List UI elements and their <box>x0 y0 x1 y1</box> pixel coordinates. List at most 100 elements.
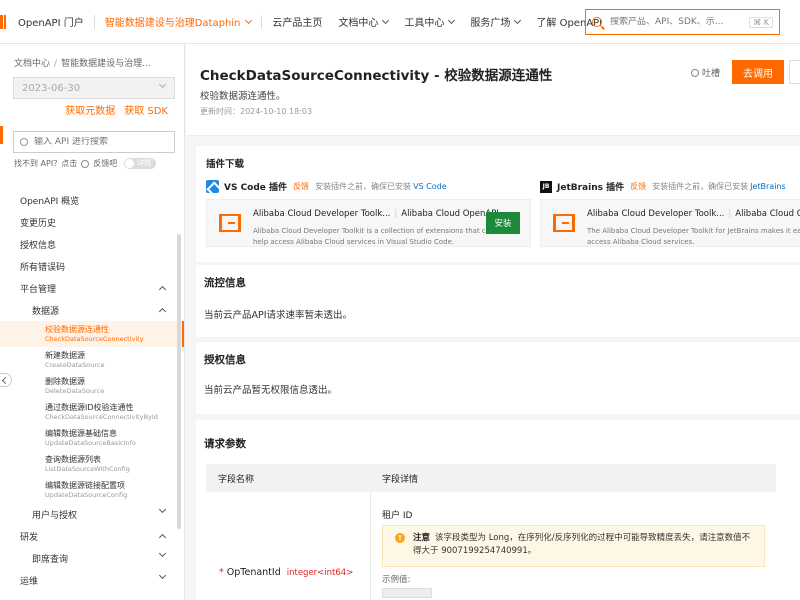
smile-icon <box>81 159 90 168</box>
menu-sub-create[interactable]: 新建数据源 CreateDataSource <box>0 347 184 373</box>
main-content: CheckDataSourceConnectivity - 校验数据源连通性 校… <box>186 44 800 600</box>
jetbrains-feedback-link[interactable]: 反馈 <box>630 181 646 192</box>
jetbrains-desc-line1: The Alibaba Cloud Developer Toolkit for … <box>587 227 800 235</box>
get-metadata-link[interactable]: 获取元数据 <box>65 102 115 117</box>
jetbrains-icon: JB <box>540 180 552 193</box>
sub-en: ListDataSourceWithConfig <box>45 464 130 473</box>
breadcrumb-docs[interactable]: 文档中心 <box>14 59 50 69</box>
product-selector[interactable]: 智能数据建设与治理Dataphin <box>104 14 253 29</box>
params-table-header: 字段名称 字段详情 <box>206 464 776 492</box>
call-api-button[interactable]: 去调用 <box>732 60 784 84</box>
nav-tools[interactable]: 工具中心 <box>404 14 456 29</box>
menu-ops-label: 运维 <box>20 576 39 587</box>
shortcut-badge: ⌘ K <box>749 16 773 28</box>
param-name: * OpTenantId integer<int64> <box>219 567 353 578</box>
name-separator: | <box>394 209 398 219</box>
menu-history[interactable]: 变更历史 <box>0 211 184 233</box>
menu-datasource-label: 数据源 <box>32 306 60 317</box>
params-title: 请求参数 <box>204 438 246 450</box>
version-select[interactable]: 2023-06-30 <box>13 77 175 99</box>
feedback-icon <box>691 68 699 77</box>
menu-sub-update-config[interactable]: 编辑数据源链接配置项 UpdateDataSourceConfig <box>0 477 184 503</box>
plugin-title: 插件下载 <box>206 159 245 170</box>
param-type: integer<int64> <box>286 568 354 578</box>
required-mark: * <box>219 567 224 578</box>
sub-zh: 校验数据源连通性 <box>45 324 109 334</box>
vscode-link[interactable]: VS Code <box>413 182 447 191</box>
nav-docs[interactable]: 文档中心 <box>338 14 390 29</box>
menu-adhoc[interactable]: 即席查询 <box>0 547 184 569</box>
api-header: CheckDataSourceConnectivity - 校验数据源连通性 校… <box>186 44 800 136</box>
menu-platform[interactable]: 平台管理 <box>0 277 184 299</box>
menu-datasource[interactable]: 数据源 <box>0 299 184 321</box>
menu-overview[interactable]: OpenAPI 概览 <box>0 189 184 211</box>
sub-en: CheckDataSourceConnectivityById <box>45 412 158 421</box>
global-search-input[interactable] <box>610 17 750 27</box>
menu-dev-label: 研发 <box>20 532 39 543</box>
jetbrains-desc-line2: access Alibaba Cloud services. <box>587 238 695 246</box>
sub-zh: 通过数据源ID校验连通性 <box>45 402 134 412</box>
vscode-box-desc: Alibaba Cloud Developer Toolkit is a col… <box>253 226 495 248</box>
example-label: 示例值: <box>382 575 411 585</box>
sub-en: CreateDataSource <box>45 360 105 369</box>
get-sdk-link[interactable]: 获取 SDK <box>124 102 168 117</box>
vscode-tip: 安装插件之前，确保已安装 <box>315 182 412 191</box>
nav-docs-label: 文档中心 <box>338 18 379 29</box>
api-search[interactable] <box>13 131 175 153</box>
sidebar-links: 获取元数据 获取 SDK <box>65 102 168 117</box>
sub-en: DeleteDataSource <box>45 386 105 395</box>
feedback-link[interactable]: 反馈吧 <box>93 158 117 169</box>
chevron-down-icon <box>158 80 167 89</box>
menu-users[interactable]: 用户与授权 <box>0 503 184 525</box>
page-subtitle: 校验数据源连通性。 <box>200 91 286 102</box>
chevron-up-icon <box>158 307 167 316</box>
aliyun-logo-icon[interactable] <box>0 14 6 29</box>
install-button[interactable]: 安装 <box>486 212 520 234</box>
jetbrains-plugin-name: JetBrains 插件 <box>557 183 625 193</box>
sub-zh: 编辑数据源基础信息 <box>45 428 117 438</box>
detail-toggle[interactable]: 详情 <box>124 158 157 169</box>
jetbrains-box-desc: The Alibaba Cloud Developer Toolkit for … <box>587 226 800 248</box>
menu-dev[interactable]: 研发 <box>0 525 184 547</box>
chevron-down-icon <box>158 571 167 580</box>
vscode-plugin-name: VS Code 插件 <box>224 183 288 193</box>
vscode-box-name: Alibaba Cloud Developer Toolk... | Alibaba… <box>253 209 499 219</box>
more-button[interactable] <box>789 60 800 84</box>
plugin-download-card: 插件下载 VS Code 插件 反馈 安装插件之前，确保已安装 VS Code … <box>196 146 800 262</box>
brand-openapi[interactable]: OpenAPI 门户 <box>18 14 84 29</box>
sub-en: UpdateDataSourceConfig <box>45 490 128 499</box>
jetbrains-link[interactable]: JetBrains <box>750 182 786 191</box>
menu-sub-list[interactable]: 查询数据源列表 ListDataSourceWithConfig <box>0 451 184 477</box>
alibaba-cloud-logo-icon <box>553 214 575 232</box>
flow-title: 流控信息 <box>204 277 246 289</box>
vscode-desc-line2: help access Alibaba Cloud services in Vi… <box>253 238 455 246</box>
nav-services[interactable]: 服务广场 <box>470 14 522 29</box>
menu-sub-delete[interactable]: 删除数据源 DeleteDataSource <box>0 373 184 399</box>
product-name: 智能数据建设与治理Dataphin <box>104 18 241 29</box>
api-menu: OpenAPI 概览 变更历史 授权信息 所有错误码 平台管理 数据源 校验数据… <box>0 189 184 591</box>
vscode-icon <box>206 180 219 193</box>
menu-ops[interactable]: 运维 <box>0 569 184 591</box>
jetbrains-plugin-header: JB JetBrains 插件 反馈 安装插件之前，确保已安装 JetBrain… <box>540 180 786 193</box>
col-field-detail: 字段详情 <box>382 474 419 485</box>
menu-sub-update-basic[interactable]: 编辑数据源基础信息 UpdateDataSourceBasicInfo <box>0 425 184 451</box>
menu-errors[interactable]: 所有错误码 <box>0 255 184 277</box>
warning-icon: ! <box>395 533 405 543</box>
vscode-box-tag: Alibaba Cloud OpenAPI <box>401 209 499 219</box>
chevron-down-icon <box>158 549 167 558</box>
vscode-feedback-link[interactable]: 反馈 <box>293 181 309 192</box>
global-search[interactable]: ⌘ K <box>585 9 780 35</box>
nav-product-home[interactable]: 云产品主页 <box>272 14 322 29</box>
menu-sub-check-by-id[interactable]: 通过数据源ID校验连通性 CheckDataSourceConnectivity… <box>0 399 184 425</box>
sidebar-scrollbar[interactable] <box>177 234 181 529</box>
api-search-input[interactable] <box>34 137 174 147</box>
breadcrumb-product[interactable]: 智能数据建设与治理... <box>61 59 151 69</box>
menu-sub-check-connectivity[interactable]: 校验数据源连通性 CheckDataSourceConnectivity <box>0 321 184 347</box>
update-time: 更新时间：2024-10-10 18:03 <box>200 107 313 116</box>
menu-auth[interactable]: 授权信息 <box>0 233 184 255</box>
jetbrains-box-name: Alibaba Cloud Developer Toolk... | Alibaba… <box>587 209 800 219</box>
tucao-button[interactable]: 吐槽 <box>691 66 720 79</box>
chevron-down-icon <box>448 16 456 24</box>
search-icon <box>592 17 602 27</box>
nav-services-label: 服务广场 <box>470 18 511 29</box>
